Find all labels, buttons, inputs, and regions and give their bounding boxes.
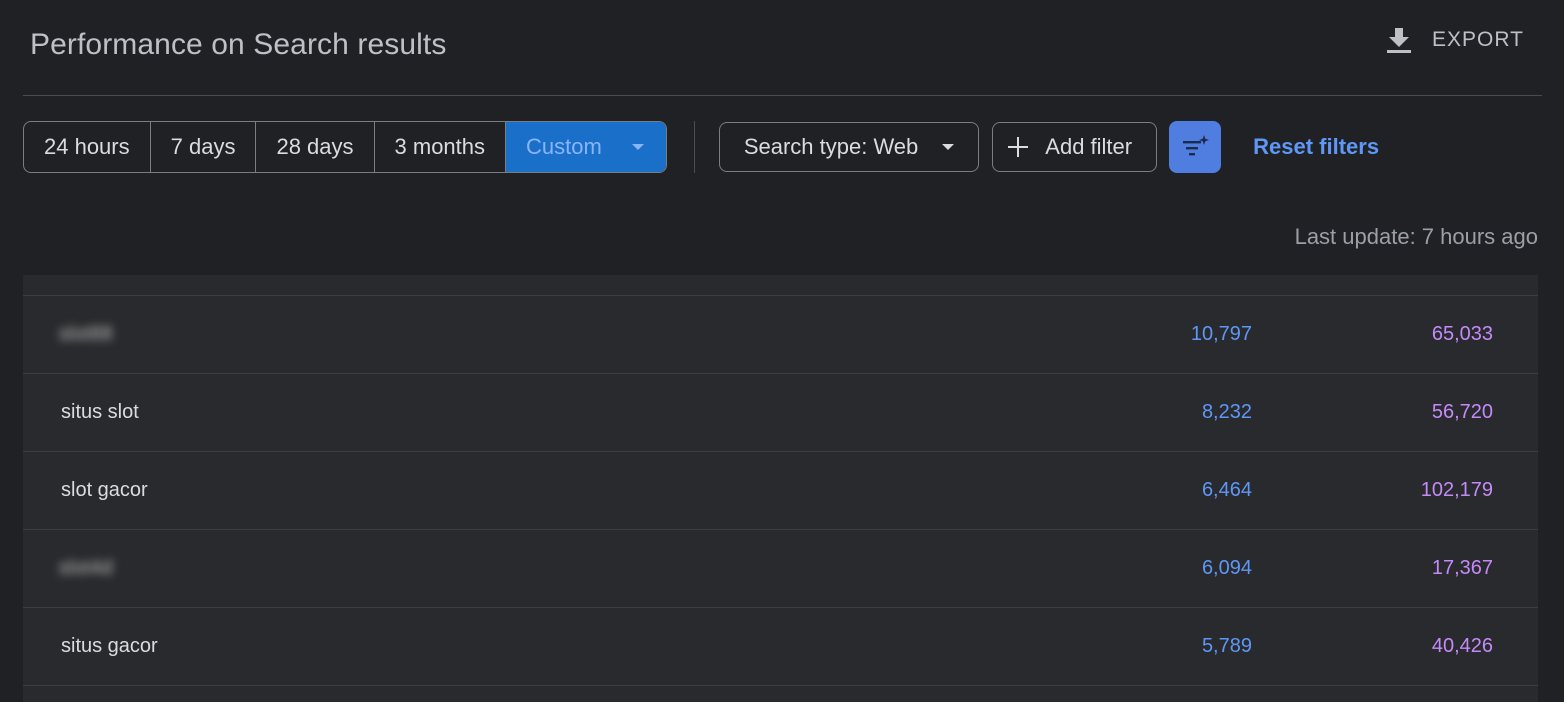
queries-table: slot88 10,797 65,033 situs slot 8,232 56… bbox=[23, 275, 1538, 702]
table-row[interactable]: slot gacor 6,464 102,179 bbox=[23, 452, 1538, 530]
chevron-down-icon bbox=[631, 143, 644, 150]
page-header: Performance on Search results EXPORT bbox=[0, 0, 1564, 95]
header-divider bbox=[23, 95, 1542, 96]
clicks-cell: 8,232 bbox=[1201, 401, 1252, 423]
reset-filters-link[interactable]: Reset filters bbox=[1253, 134, 1379, 160]
page-title: Performance on Search results bbox=[30, 28, 447, 61]
table-row[interactable]: slot88 10,797 65,033 bbox=[23, 296, 1538, 374]
export-button[interactable]: EXPORT bbox=[1386, 26, 1524, 54]
impressions-cell: 17,367 bbox=[1431, 557, 1493, 579]
table-row[interactable]: slot4d 6,094 17,367 bbox=[23, 530, 1538, 608]
date-option-24-hours[interactable]: 24 hours bbox=[24, 122, 151, 172]
add-filter-button[interactable]: Add filter bbox=[992, 122, 1158, 172]
query-cell: situs gacor bbox=[61, 635, 158, 657]
filter-toolbar: 24 hours 7 days 28 days 3 months Custom … bbox=[23, 121, 1379, 173]
date-option-3-months[interactable]: 3 months bbox=[375, 122, 507, 172]
query-cell: slot88 bbox=[59, 323, 113, 345]
query-cell: situs slot bbox=[61, 401, 139, 423]
query-cell: slot gacor bbox=[61, 479, 148, 501]
impressions-cell: 40,426 bbox=[1431, 635, 1493, 657]
query-cell: slot4d bbox=[59, 557, 113, 579]
smart-filter-button[interactable] bbox=[1169, 121, 1222, 173]
clicks-cell: 5,789 bbox=[1201, 635, 1252, 657]
toolbar-separator bbox=[693, 121, 695, 173]
download-icon bbox=[1387, 28, 1412, 53]
clicks-cell: 6,464 bbox=[1201, 479, 1252, 501]
export-label: EXPORT bbox=[1432, 28, 1524, 51]
impressions-cell: 65,033 bbox=[1431, 323, 1493, 345]
add-filter-label: Add filter bbox=[1045, 134, 1133, 159]
impressions-cell: 102,179 bbox=[1420, 479, 1493, 501]
performance-page: Performance on Search results EXPORT 24 … bbox=[0, 0, 1564, 702]
table-row[interactable]: situs gacor 5,789 40,426 bbox=[23, 608, 1538, 686]
search-type-dropdown[interactable]: Search type: Web bbox=[718, 122, 980, 172]
search-type-label: Search type: Web bbox=[743, 134, 919, 159]
date-option-7-days[interactable]: 7 days bbox=[151, 122, 257, 172]
filter-sparkle-icon bbox=[1183, 135, 1210, 156]
plus-icon bbox=[1008, 137, 1029, 157]
table-header-strip bbox=[23, 275, 1538, 296]
date-option-custom[interactable]: Custom bbox=[506, 122, 666, 172]
chevron-down-icon bbox=[942, 143, 955, 150]
date-range-selector: 24 hours 7 days 28 days 3 months Custom bbox=[23, 121, 667, 173]
date-option-28-days[interactable]: 28 days bbox=[256, 122, 375, 172]
clicks-cell: 10,797 bbox=[1190, 323, 1252, 345]
impressions-cell: 56,720 bbox=[1431, 401, 1493, 423]
last-update-text: Last update: 7 hours ago bbox=[1294, 224, 1538, 249]
custom-label: Custom bbox=[526, 134, 602, 159]
clicks-cell: 6,094 bbox=[1201, 557, 1252, 579]
table-row[interactable]: situs slot 8,232 56,720 bbox=[23, 374, 1538, 452]
